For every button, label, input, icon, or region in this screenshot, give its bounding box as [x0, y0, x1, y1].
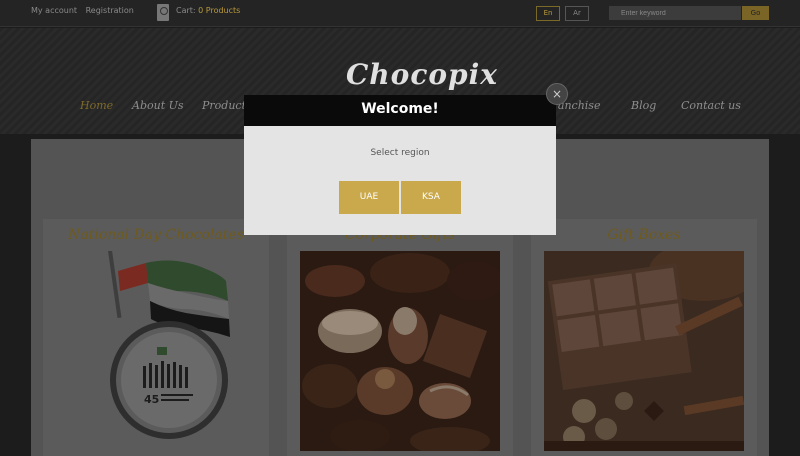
region-ksa-button[interactable]: KSA [401, 181, 461, 214]
modal-subtitle: Select region [370, 148, 430, 158]
region-uae-button[interactable]: UAE [339, 181, 399, 214]
close-icon[interactable]: × [546, 83, 568, 105]
welcome-modal: Welcome! × Select region UAE KSA [244, 83, 568, 235]
modal-title: Welcome! [244, 95, 556, 126]
